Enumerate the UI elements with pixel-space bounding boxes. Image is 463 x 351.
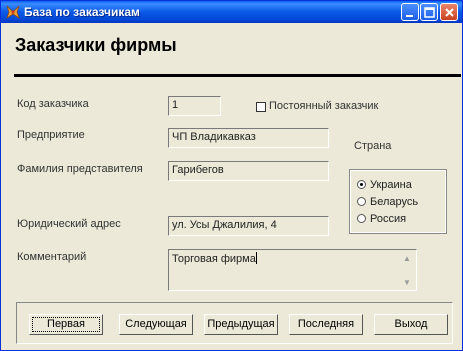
- app-icon: [5, 5, 21, 19]
- radio-ukraine[interactable]: Украина: [357, 179, 412, 191]
- close-icon[interactable]: [440, 3, 458, 21]
- country-label: Страна: [354, 140, 392, 152]
- permanent-customer-checkbox[interactable]: [256, 102, 266, 112]
- comment-textarea[interactable]: Торговая фирма ▲ ▼: [168, 249, 417, 291]
- window-title: Бaзa пo зaкaзчикaм: [24, 5, 140, 19]
- radio-button-selected[interactable]: [357, 180, 366, 189]
- radio-russia[interactable]: Россия: [357, 213, 406, 225]
- exit-button[interactable]: Выход: [374, 314, 448, 335]
- minimize-icon[interactable]: [401, 3, 419, 21]
- radio-button[interactable]: [357, 214, 366, 223]
- page-title: Заказчики фирмы: [15, 35, 177, 55]
- comment-scrollbar[interactable]: ▲ ▼: [401, 253, 413, 289]
- representative-label: Фамилия представителя: [17, 163, 143, 175]
- previous-button[interactable]: Предыдущая: [204, 314, 278, 335]
- representative-field[interactable]: Гарибегов: [168, 161, 329, 181]
- navigation-panel: Первая Следующая Предыдущая Последняя Вы…: [16, 302, 453, 344]
- form-client-area: Заказчики фирмы Код заказчика 1 Постоянн…: [4, 23, 461, 348]
- address-label: Юридический адрес: [17, 218, 121, 230]
- text-caret: [255, 252, 257, 264]
- comment-text: Торговая фирма: [172, 253, 256, 265]
- app-window: Бaзa пo зaкaзчикaм Заказчики фирмы Код з…: [0, 0, 463, 351]
- customer-code-label: Код заказчика: [17, 98, 89, 110]
- scroll-up-icon[interactable]: ▲: [401, 253, 413, 265]
- header-divider: [14, 74, 461, 77]
- address-field[interactable]: ул. Усы Джалилия, 4: [168, 216, 329, 236]
- company-label: Предприятие: [17, 129, 85, 141]
- maximize-icon[interactable]: [420, 3, 438, 21]
- permanent-customer-label[interactable]: Постоянный заказчик: [269, 100, 378, 112]
- radio-button[interactable]: [357, 197, 366, 206]
- radio-belarus[interactable]: Беларусь: [357, 196, 418, 208]
- company-field[interactable]: ЧП Владикавказ: [168, 128, 329, 148]
- comment-label: Комментарий: [17, 251, 87, 263]
- title-bar[interactable]: Бaзa пo зaкaзчикaм: [1, 1, 462, 23]
- next-button[interactable]: Следующая: [119, 314, 193, 335]
- last-button[interactable]: Последняя: [289, 314, 363, 335]
- scroll-down-icon[interactable]: ▼: [401, 277, 413, 289]
- customer-code-field[interactable]: 1: [168, 96, 221, 116]
- country-radio-group: Украина Беларусь Россия: [349, 169, 447, 234]
- first-button[interactable]: Первая: [29, 314, 103, 335]
